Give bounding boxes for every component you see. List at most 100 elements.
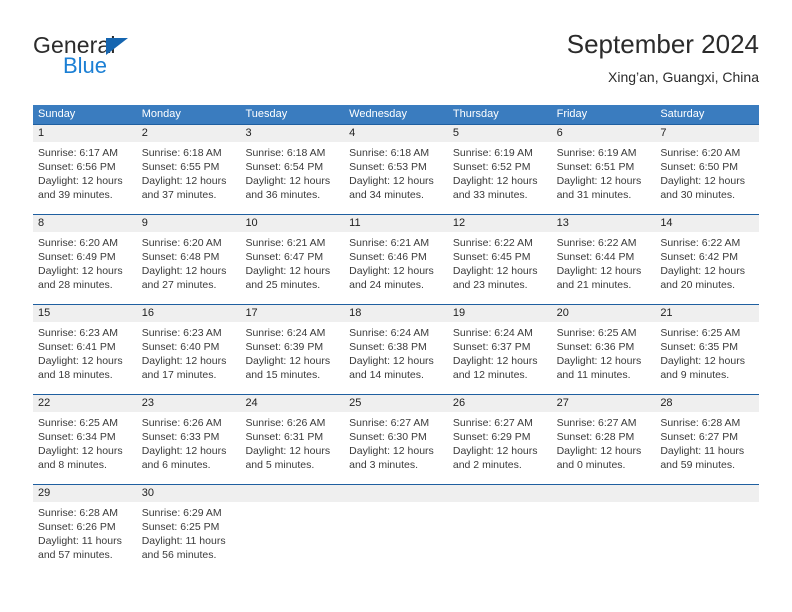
day-cell[interactable]: Sunrise: 6:24 AM Sunset: 6:37 PM Dayligh…	[448, 322, 552, 394]
day-number[interactable]: 8	[33, 215, 137, 232]
day-number[interactable]: 11	[344, 215, 448, 232]
sunset-text: Sunset: 6:45 PM	[452, 251, 531, 263]
day-cell[interactable]: Sunrise: 6:21 AM Sunset: 6:46 PM Dayligh…	[344, 232, 448, 304]
day-number[interactable]: 20	[552, 305, 656, 322]
sunset-text: Sunset: 6:48 PM	[141, 251, 220, 263]
daylight-text-line2: and 37 minutes.	[141, 189, 217, 201]
day-number[interactable]: 21	[655, 305, 759, 322]
day-cell[interactable]: Sunrise: 6:25 AM Sunset: 6:36 PM Dayligh…	[552, 322, 656, 394]
day-number[interactable]: 17	[240, 305, 344, 322]
day-cell[interactable]: Sunrise: 6:27 AM Sunset: 6:30 PM Dayligh…	[344, 412, 448, 484]
day-number[interactable]: 16	[137, 305, 241, 322]
day-number[interactable]: 10	[240, 215, 344, 232]
day-cell[interactable]: Sunrise: 6:22 AM Sunset: 6:45 PM Dayligh…	[448, 232, 552, 304]
daylight-text-line2: and 21 minutes.	[556, 279, 632, 291]
daylight-text-line2: and 11 minutes.	[556, 369, 631, 381]
day-cell[interactable]: Sunrise: 6:26 AM Sunset: 6:31 PM Dayligh…	[240, 412, 344, 484]
day-number[interactable]: 7	[655, 125, 759, 142]
day-number[interactable]: 1	[33, 125, 137, 142]
day-cell[interactable]: Sunrise: 6:19 AM Sunset: 6:52 PM Dayligh…	[448, 142, 552, 214]
day-cell[interactable]: Sunrise: 6:20 AM Sunset: 6:49 PM Dayligh…	[33, 232, 137, 304]
daylight-text-line2: and 59 minutes.	[660, 459, 736, 471]
day-number[interactable]: 30	[137, 485, 241, 502]
day-cell[interactable]: Sunrise: 6:25 AM Sunset: 6:34 PM Dayligh…	[33, 412, 137, 484]
day-number[interactable]: 26	[448, 395, 552, 412]
day-number-empty	[240, 485, 344, 502]
weekday-thursday: Thursday	[452, 108, 499, 120]
day-number[interactable]: 13	[552, 215, 656, 232]
day-cell[interactable]: Sunrise: 6:18 AM Sunset: 6:53 PM Dayligh…	[344, 142, 448, 214]
sunrise-text: Sunrise: 6:26 AM	[245, 417, 326, 429]
daylight-text-line1: Daylight: 12 hours	[349, 355, 434, 367]
day-cell[interactable]: Sunrise: 6:18 AM Sunset: 6:55 PM Dayligh…	[137, 142, 241, 214]
daylight-text-line2: and 24 minutes.	[349, 279, 424, 291]
sunset-text: Sunset: 6:26 PM	[38, 521, 116, 533]
sunset-text: Sunset: 6:39 PM	[245, 341, 324, 353]
day-number[interactable]: 3	[240, 125, 344, 142]
daylight-text-line2: and 57 minutes.	[38, 549, 113, 561]
daylight-text-line2: and 33 minutes.	[452, 189, 528, 201]
day-cell[interactable]: Sunrise: 6:21 AM Sunset: 6:47 PM Dayligh…	[240, 232, 344, 304]
day-number[interactable]: 2	[137, 125, 241, 142]
calendar-page: General Blue September 2024 Xing’an, Gua…	[0, 0, 792, 612]
sunset-text: Sunset: 6:51 PM	[556, 161, 635, 173]
day-cell[interactable]: Sunrise: 6:29 AM Sunset: 6:25 PM Dayligh…	[137, 502, 241, 574]
day-cell[interactable]: Sunrise: 6:26 AM Sunset: 6:33 PM Dayligh…	[137, 412, 241, 484]
day-cell[interactable]: Sunrise: 6:22 AM Sunset: 6:42 PM Dayligh…	[655, 232, 759, 304]
day-number[interactable]: 18	[344, 305, 448, 322]
sunrise-text: Sunrise: 6:22 AM	[660, 237, 741, 249]
daylight-text-line2: and 27 minutes.	[141, 279, 217, 291]
day-cell[interactable]: Sunrise: 6:23 AM Sunset: 6:40 PM Dayligh…	[137, 322, 241, 394]
sunset-text: Sunset: 6:53 PM	[349, 161, 427, 173]
day-cell[interactable]: Sunrise: 6:27 AM Sunset: 6:29 PM Dayligh…	[448, 412, 552, 484]
day-cell[interactable]: Sunrise: 6:22 AM Sunset: 6:44 PM Dayligh…	[552, 232, 656, 304]
day-cell[interactable]: Sunrise: 6:24 AM Sunset: 6:39 PM Dayligh…	[240, 322, 344, 394]
day-cell[interactable]: Sunrise: 6:23 AM Sunset: 6:41 PM Dayligh…	[33, 322, 137, 394]
day-number[interactable]: 22	[33, 395, 137, 412]
day-cell[interactable]: Sunrise: 6:19 AM Sunset: 6:51 PM Dayligh…	[552, 142, 656, 214]
sunset-text: Sunset: 6:50 PM	[660, 161, 738, 173]
sunrise-text: Sunrise: 6:23 AM	[141, 327, 222, 339]
day-number[interactable]: 9	[137, 215, 241, 232]
day-number[interactable]: 25	[344, 395, 448, 412]
day-number[interactable]: 29	[33, 485, 137, 502]
day-number[interactable]: 24	[240, 395, 344, 412]
day-cell[interactable]: Sunrise: 6:27 AM Sunset: 6:28 PM Dayligh…	[552, 412, 656, 484]
day-cell[interactable]: Sunrise: 6:28 AM Sunset: 6:26 PM Dayligh…	[33, 502, 137, 574]
day-number[interactable]: 12	[448, 215, 552, 232]
daylight-text-line2: and 5 minutes.	[245, 459, 315, 471]
day-cell[interactable]: Sunrise: 6:18 AM Sunset: 6:54 PM Dayligh…	[240, 142, 344, 214]
sunset-text: Sunset: 6:56 PM	[38, 161, 116, 173]
day-number[interactable]: 5	[448, 125, 552, 142]
day-number[interactable]: 19	[448, 305, 552, 322]
day-cell[interactable]: Sunrise: 6:25 AM Sunset: 6:35 PM Dayligh…	[655, 322, 759, 394]
day-cell[interactable]: Sunrise: 6:20 AM Sunset: 6:48 PM Dayligh…	[137, 232, 241, 304]
sunrise-text: Sunrise: 6:24 AM	[452, 327, 533, 339]
day-number[interactable]: 6	[552, 125, 656, 142]
daylight-text-line2: and 0 minutes.	[556, 459, 626, 471]
day-cell[interactable]: Sunrise: 6:24 AM Sunset: 6:38 PM Dayligh…	[344, 322, 448, 394]
day-number[interactable]: 27	[552, 395, 656, 412]
daylight-text-line2: and 9 minutes.	[660, 369, 730, 381]
sunrise-text: Sunrise: 6:20 AM	[38, 237, 118, 249]
triangle-logo-icon	[106, 38, 128, 55]
calendar-week-row: 22 23 24 25 26 27 28 Sunrise: 6:25 AM Su…	[33, 394, 759, 484]
day-number[interactable]: 28	[655, 395, 759, 412]
day-number[interactable]: 4	[344, 125, 448, 142]
day-cell[interactable]: Sunrise: 6:20 AM Sunset: 6:50 PM Dayligh…	[655, 142, 759, 214]
sunrise-text: Sunrise: 6:24 AM	[245, 327, 326, 339]
day-cell[interactable]: Sunrise: 6:17 AM Sunset: 6:56 PM Dayligh…	[33, 142, 137, 214]
week-detail-row: Sunrise: 6:28 AM Sunset: 6:26 PM Dayligh…	[33, 502, 759, 574]
daylight-text-line2: and 8 minutes.	[38, 459, 107, 471]
brand-logo[interactable]: General Blue	[33, 32, 253, 88]
daylight-text-line2: and 3 minutes.	[349, 459, 419, 471]
day-number-empty	[448, 485, 552, 502]
weekday-sunday: Sunday	[38, 108, 76, 120]
day-number[interactable]: 14	[655, 215, 759, 232]
sunrise-text: Sunrise: 6:19 AM	[452, 147, 533, 159]
day-number[interactable]: 15	[33, 305, 137, 322]
day-cell[interactable]: Sunrise: 6:28 AM Sunset: 6:27 PM Dayligh…	[655, 412, 759, 484]
day-number[interactable]: 23	[137, 395, 241, 412]
daylight-text-line1: Daylight: 12 hours	[38, 445, 123, 457]
sunrise-text: Sunrise: 6:17 AM	[38, 147, 118, 159]
